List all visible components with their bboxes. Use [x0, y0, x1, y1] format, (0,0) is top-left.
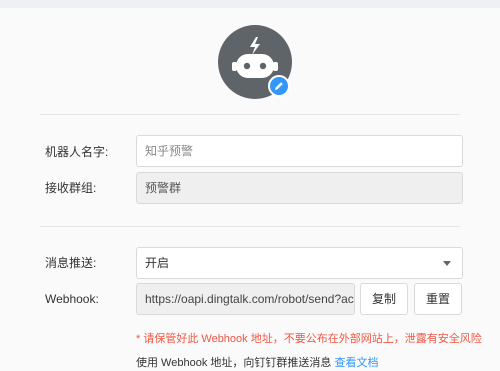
robot-name-label: 机器人名字:	[45, 145, 109, 159]
push-label: 消息推送:	[45, 256, 97, 270]
webhook-field[interactable]: https://oapi.dingtalk.com/robot/send?acc…	[136, 283, 355, 315]
divider	[40, 114, 460, 115]
push-select-value: 开启	[145, 256, 170, 270]
top-strip	[0, 0, 500, 8]
webhook-label: Webhook:	[45, 292, 99, 306]
chevron-down-icon	[443, 261, 451, 266]
reset-button[interactable]: 重置	[414, 283, 462, 315]
robot-avatar[interactable]	[218, 25, 292, 99]
robot-settings-page: 机器人名字: 知乎预警 接收群组: 预警群 消息推送: 开启 Webhook: …	[0, 0, 500, 371]
webhook-hint: 使用 Webhook 地址，向钉钉群推送消息 查看文档	[136, 354, 378, 370]
view-docs-link[interactable]: 查看文档	[334, 357, 378, 369]
group-field: 预警群	[136, 172, 463, 204]
security-warning: * 请保管好此 Webhook 地址，不要公布在外部网站上，泄露有安全风险	[136, 333, 482, 345]
group-label: 接收群组:	[45, 181, 97, 195]
pencil-icon[interactable]	[268, 75, 290, 97]
robot-name-input[interactable]: 知乎预警	[136, 135, 463, 167]
push-select[interactable]: 开启	[136, 247, 463, 279]
copy-button[interactable]: 复制	[360, 283, 408, 315]
divider	[40, 226, 460, 227]
hint-text: 使用 Webhook 地址，向钉钉群推送消息	[136, 357, 332, 369]
